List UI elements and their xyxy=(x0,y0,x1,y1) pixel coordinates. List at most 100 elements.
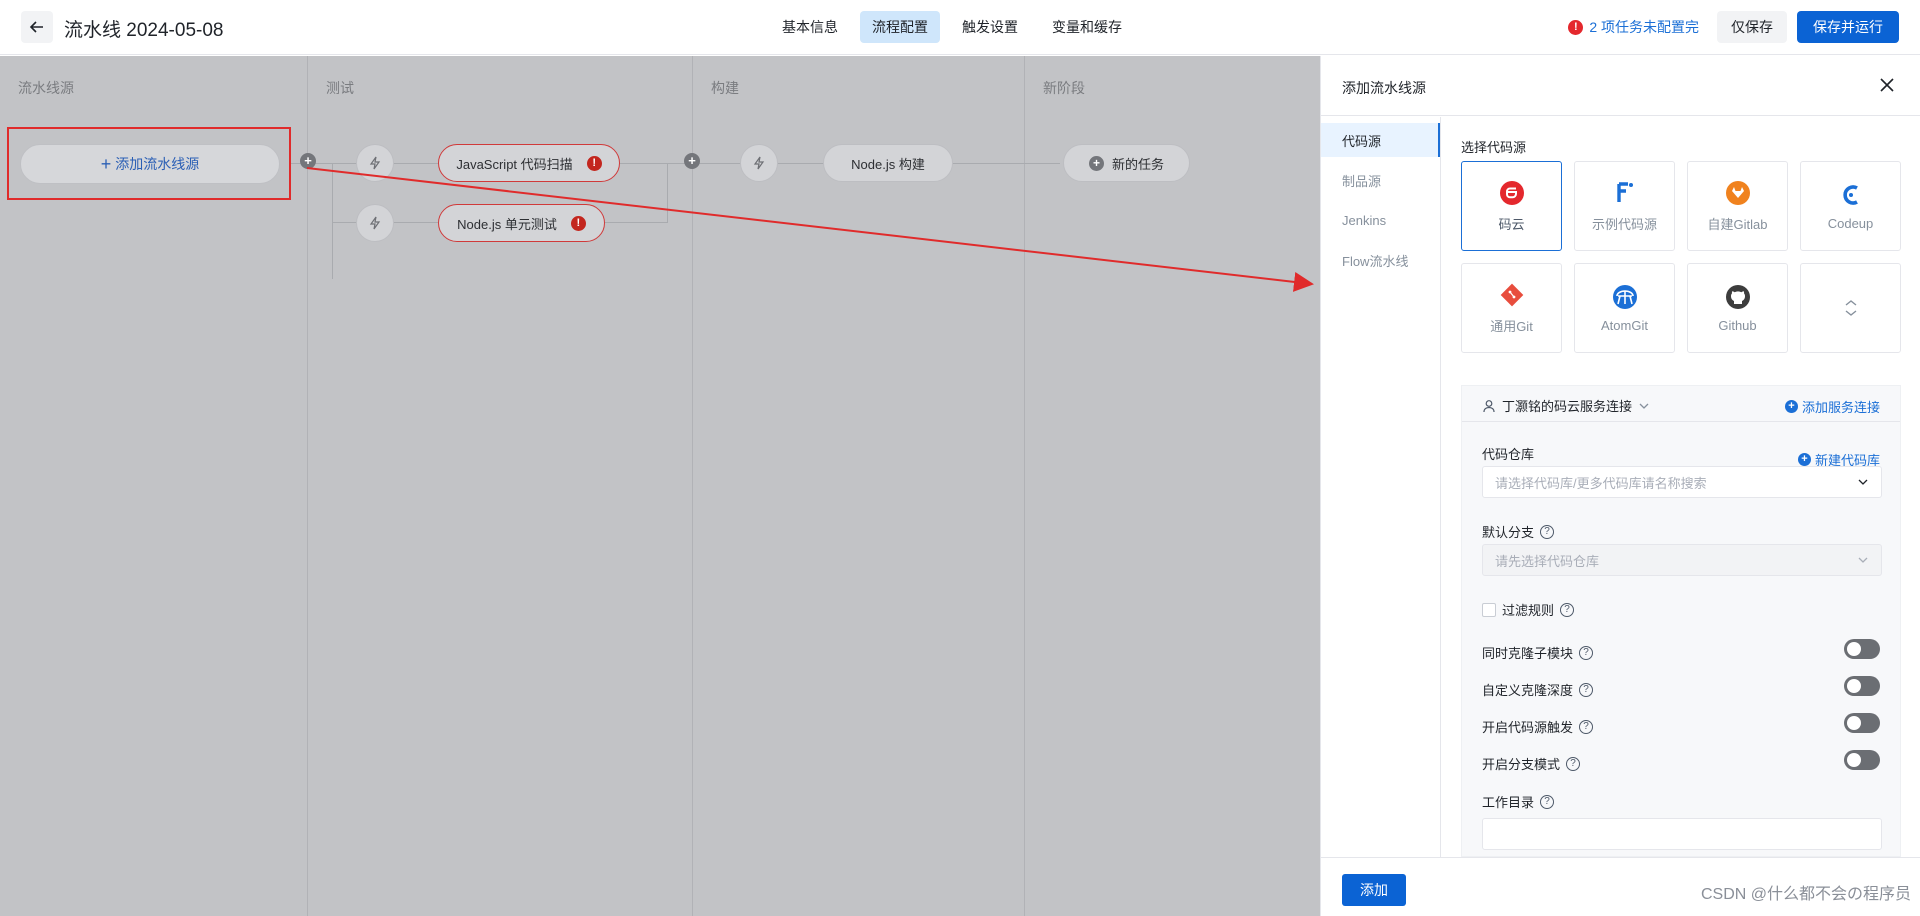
filter-rules-checkbox[interactable] xyxy=(1482,602,1496,617)
parallel-task-button[interactable] xyxy=(356,144,394,182)
drawer-footer: 添加 CSDN @什么都不会の程序员 xyxy=(1321,857,1920,916)
new-task-label: 新的任务 xyxy=(1111,156,1164,172)
close-icon[interactable] xyxy=(1876,74,1898,96)
source-grid: 码云 示例代码源 自建Gitlab Codeup 通用Git AtomGit G… xyxy=(1461,161,1901,353)
help-icon[interactable]: ? xyxy=(1560,602,1575,617)
watermark: CSDN @什么都不会の程序员 xyxy=(1700,886,1911,903)
source-name: 码云 xyxy=(1498,216,1525,232)
git-icon xyxy=(1499,282,1525,308)
branch-label-row: 默认分支 ? xyxy=(1482,522,1555,541)
task-label: JavaScript 代码扫描 xyxy=(456,156,573,172)
nav-artifact-source[interactable]: 制品源 xyxy=(1321,163,1440,197)
source-name: 自建Gitlab xyxy=(1707,216,1768,232)
stage-title: 构建 xyxy=(711,80,739,96)
plus-circle-icon: + xyxy=(1797,453,1811,466)
connection-selector[interactable]: 丁灏铭的码云服务连接 xyxy=(1482,396,1650,415)
repo-select[interactable]: 请选择代码库/更多代码库请名称搜索 xyxy=(1482,466,1882,498)
source-card-sample[interactable]: 示例代码源 xyxy=(1574,161,1675,251)
source-name: Github xyxy=(1718,317,1757,333)
save-only-button[interactable]: 仅保存 xyxy=(1717,11,1787,43)
toggle-row: 开启代码源触发 ? xyxy=(1482,717,1594,736)
add-connection-label: 添加服务连接 xyxy=(1801,400,1880,415)
workdir-input[interactable] xyxy=(1482,818,1882,850)
help-icon[interactable]: ? xyxy=(1566,756,1581,771)
chevron-up-down-icon xyxy=(1845,300,1856,316)
repo-placeholder: 请选择代码库/更多代码库请名称搜索 xyxy=(1495,475,1707,491)
help-icon[interactable]: ? xyxy=(1579,645,1594,660)
connection-header: 丁灏铭的码云服务连接 + 添加服务连接 xyxy=(1462,386,1900,422)
toggle-clone-depth[interactable] xyxy=(1844,676,1880,696)
lightning-icon xyxy=(753,156,765,170)
help-icon[interactable]: ? xyxy=(1540,524,1555,539)
help-icon[interactable]: ? xyxy=(1579,719,1594,734)
help-icon[interactable]: ? xyxy=(1540,794,1555,809)
tab-basic-info[interactable]: 基本信息 xyxy=(770,11,850,43)
add-source-button[interactable]: + 添加流水线源 xyxy=(20,144,280,184)
task-node-unit-test[interactable]: Node.js 单元测试 ! xyxy=(438,204,605,242)
sample-code-icon xyxy=(1612,180,1638,206)
task-node-build[interactable]: Node.js 构建 xyxy=(823,144,953,182)
github-icon xyxy=(1725,284,1751,310)
nav-flow-pipeline[interactable]: Flow流水线 xyxy=(1321,243,1440,277)
alert-icon: ! xyxy=(1568,19,1584,35)
chevron-down-icon xyxy=(1639,403,1649,409)
source-name: 示例代码源 xyxy=(1591,216,1657,232)
source-name: 通用Git xyxy=(1490,318,1533,334)
workdir-label: 工作目录 xyxy=(1482,795,1535,810)
gitee-icon xyxy=(1499,180,1525,206)
chevron-down-icon xyxy=(1858,557,1868,563)
toggle-branch-mode[interactable] xyxy=(1844,750,1880,770)
task-label: Node.js 单元测试 xyxy=(457,216,557,232)
toggle-row: 同时克隆子模块 ? xyxy=(1482,643,1594,662)
toggle-clone-submodules[interactable] xyxy=(1844,639,1880,659)
error-icon: ! xyxy=(570,215,586,231)
tab-flow-config[interactable]: 流程配置 xyxy=(860,11,940,43)
parallel-task-button[interactable] xyxy=(356,204,394,242)
save-and-run-button[interactable]: 保存并运行 xyxy=(1797,11,1899,43)
tab-trigger-settings[interactable]: 触发设置 xyxy=(950,11,1030,43)
nav-code-source[interactable]: 代码源 xyxy=(1321,123,1440,157)
nav-jenkins[interactable]: Jenkins xyxy=(1321,203,1440,237)
workdir-label-row: 工作目录 ? xyxy=(1482,792,1555,811)
service-connection-panel: 丁灏铭的码云服务连接 + 添加服务连接 代码仓库 + 新建代码库 请选择代码库/… xyxy=(1461,385,1901,857)
toggle-label: 同时克隆子模块 xyxy=(1482,646,1574,661)
add-stage-icon[interactable]: + xyxy=(684,153,700,169)
source-type-nav: 代码源 制品源 Jenkins Flow流水线 xyxy=(1321,117,1441,857)
source-name: Codeup xyxy=(1827,215,1874,231)
chevron-down-icon xyxy=(1858,479,1868,485)
top-header: 流水线 2024-05-08 基本信息 流程配置 触发设置 变量和缓存 ! 2 … xyxy=(0,0,1920,55)
branch-select[interactable]: 请先选择代码仓库 xyxy=(1482,544,1882,576)
toggle-row: 开启分支模式 ? xyxy=(1482,754,1581,773)
lightning-icon xyxy=(369,156,381,170)
branch-placeholder: 请先选择代码仓库 xyxy=(1495,553,1600,569)
drawer-title: 添加流水线源 xyxy=(1342,80,1426,96)
connection-name: 丁灏铭的码云服务连接 xyxy=(1502,399,1633,414)
codeup-icon xyxy=(1838,182,1864,208)
source-card-git[interactable]: 通用Git xyxy=(1461,263,1562,353)
task-js-scan[interactable]: JavaScript 代码扫描 ! xyxy=(438,144,620,182)
source-card-gitlab[interactable]: 自建Gitlab xyxy=(1687,161,1788,251)
help-icon[interactable]: ? xyxy=(1579,682,1594,697)
toggle-row: 自定义克隆深度 ? xyxy=(1482,680,1594,699)
expand-sources-button[interactable] xyxy=(1800,263,1901,353)
source-card-atomgit[interactable]: AtomGit xyxy=(1574,263,1675,353)
stage-new: 新阶段 xyxy=(1025,56,1320,916)
unconfigured-warning[interactable]: ! 2 项任务未配置完 xyxy=(1568,17,1699,37)
new-task-button[interactable]: + 新的任务 xyxy=(1063,144,1190,182)
error-icon: ! xyxy=(586,155,602,171)
toggle-label: 开启代码源触发 xyxy=(1482,720,1574,735)
stage-title: 测试 xyxy=(326,80,354,96)
back-button[interactable] xyxy=(21,11,53,43)
tab-variables-cache[interactable]: 变量和缓存 xyxy=(1040,11,1134,43)
add-connection-button[interactable]: + 添加服务连接 xyxy=(1784,397,1880,416)
plus-circle-icon: + xyxy=(1784,400,1798,413)
source-card-codeup[interactable]: Codeup xyxy=(1800,161,1901,251)
source-card-github[interactable]: Github xyxy=(1687,263,1788,353)
warning-text: 2 项任务未配置完 xyxy=(1589,19,1699,35)
stage-title: 新阶段 xyxy=(1043,80,1085,96)
parallel-task-button[interactable] xyxy=(740,144,778,182)
add-button[interactable]: 添加 xyxy=(1342,874,1406,906)
source-card-gitee[interactable]: 码云 xyxy=(1461,161,1562,251)
toggle-source-trigger[interactable] xyxy=(1844,713,1880,733)
add-stage-icon[interactable]: + xyxy=(300,153,316,169)
